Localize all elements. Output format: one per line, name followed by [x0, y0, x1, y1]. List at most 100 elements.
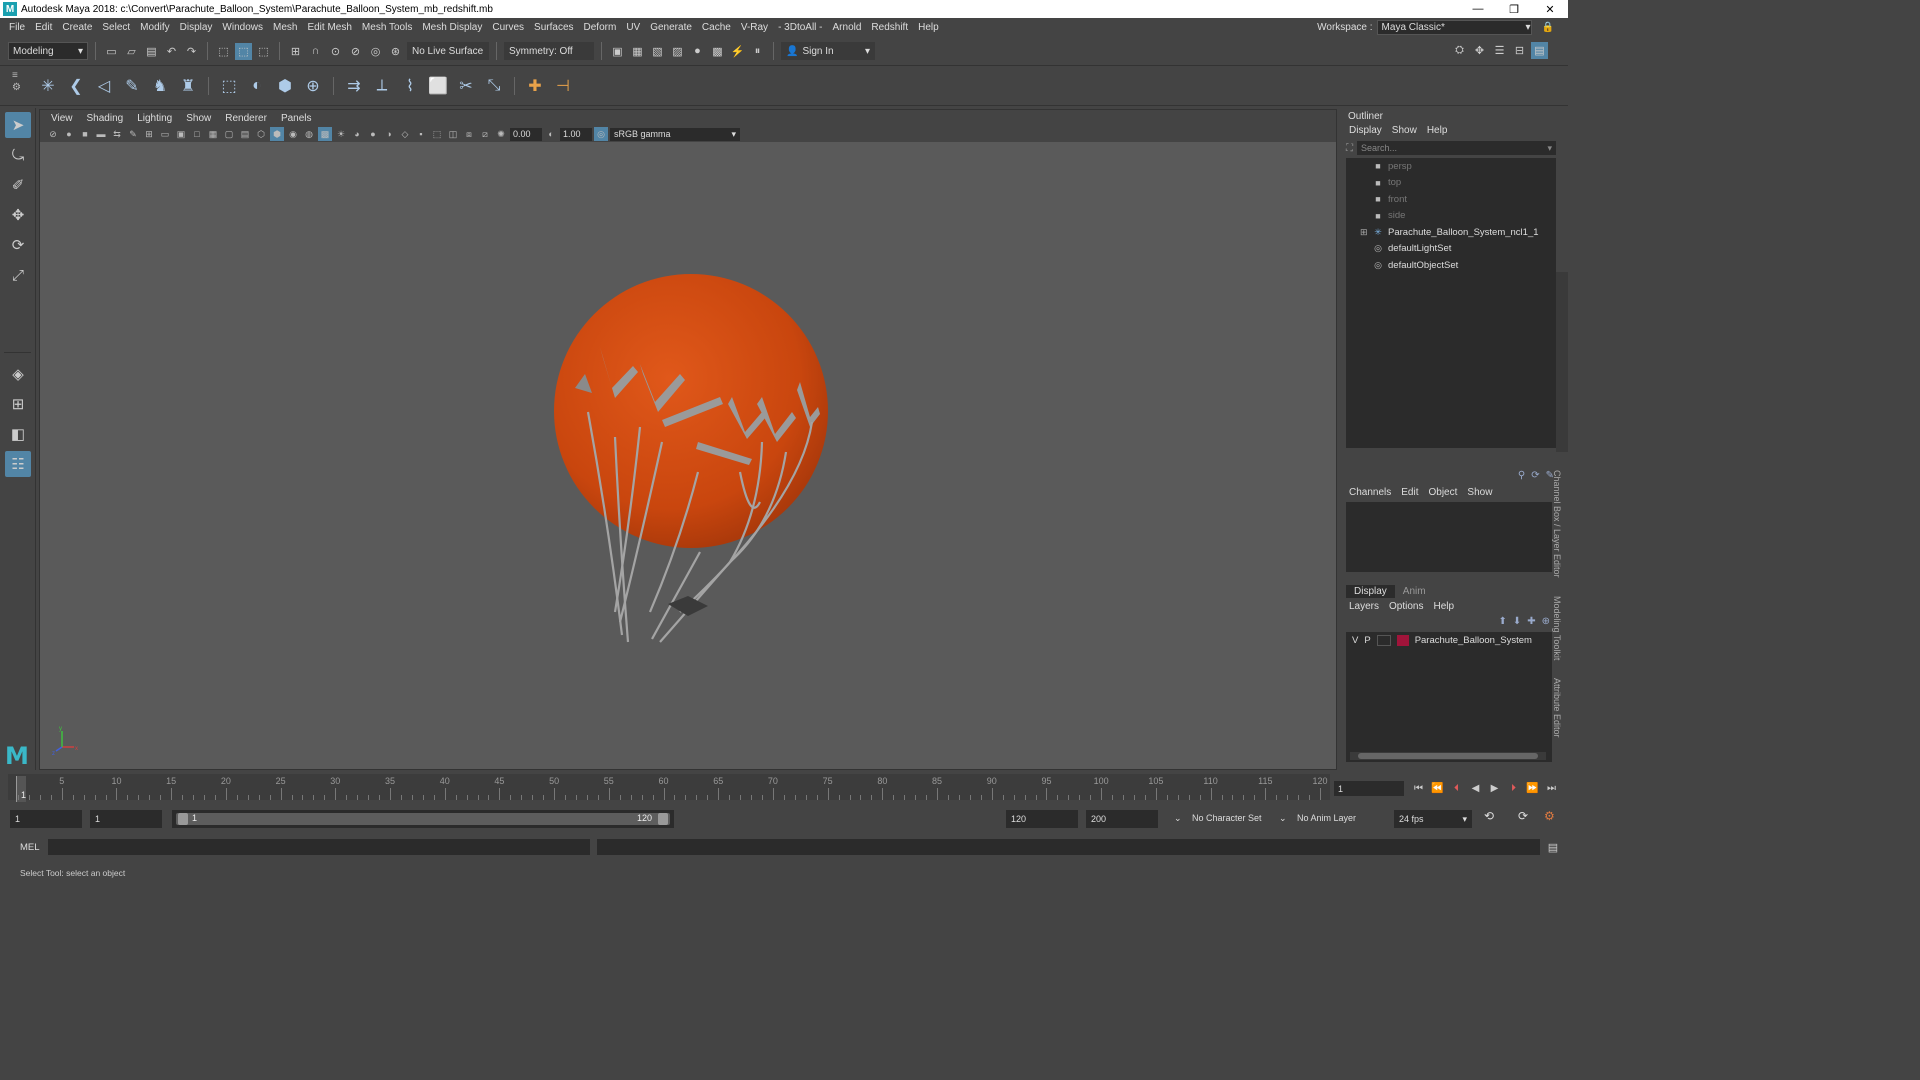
filter-icon[interactable]: ⛶ [1346, 143, 1353, 154]
menu-redshift[interactable]: Redshift [866, 22, 913, 33]
menu-3dtoall[interactable]: - 3DtoAll - [773, 22, 827, 33]
redo-icon[interactable]: ↷ [183, 43, 200, 60]
menu-surfaces[interactable]: Surfaces [529, 22, 578, 33]
menu-generate[interactable]: Generate [645, 22, 697, 33]
channel-box-menu-channels[interactable]: Channels [1344, 487, 1396, 498]
channel-box-toggle-icon[interactable]: ▤ [1531, 42, 1548, 59]
poly-plane-icon[interactable]: ⊕ [301, 74, 325, 98]
play-forwards-icon[interactable]: ▶ [1486, 780, 1503, 797]
menu-mesh-display[interactable]: Mesh Display [417, 22, 487, 33]
animation-preferences-icon[interactable]: ⚙ [1544, 809, 1555, 823]
gamma-field[interactable]: 1.00 [560, 127, 592, 141]
isolate-select-icon[interactable]: ⬚ [430, 127, 444, 141]
move-layer-down-icon[interactable]: ⬇ [1513, 616, 1521, 627]
pause-icon[interactable]: ⏸ [749, 43, 766, 60]
outliner-item[interactable]: ■ front [1346, 191, 1556, 208]
menu-mesh[interactable]: Mesh [268, 22, 302, 33]
tab-anim[interactable]: Anim [1395, 585, 1434, 598]
ep-curve-icon[interactable]: ❮ [64, 74, 88, 98]
append-polygon-icon[interactable]: ⬜ [426, 74, 450, 98]
outliner-item[interactable]: ■ side [1346, 208, 1556, 225]
anti-aliasing-icon[interactable]: ◇ [398, 127, 412, 141]
layer-display-type[interactable] [1376, 635, 1391, 646]
step-back-frame-icon[interactable]: ⏴ [1448, 780, 1465, 797]
layer-menu-help[interactable]: Help [1428, 601, 1459, 612]
human-ik-toggle-icon[interactable]: ✥ [1471, 42, 1488, 59]
hypershade-icon[interactable]: ● [689, 43, 706, 60]
bookmark-icon[interactable]: ■ [78, 127, 92, 141]
two-d-pan-icon[interactable]: ⇆ [110, 127, 124, 141]
new-scene-icon[interactable]: ▭ [103, 43, 120, 60]
menu-select[interactable]: Select [97, 22, 135, 33]
layer-horizontal-scrollbar[interactable] [1350, 752, 1546, 760]
render-view-icon[interactable]: ▨ [669, 43, 686, 60]
poly-cylinder-icon[interactable]: ⬢ [273, 74, 297, 98]
multi-cut-icon[interactable]: ✂ [454, 74, 478, 98]
new-layer-from-selection-icon[interactable]: ⊕ [1542, 616, 1550, 627]
snap-point-icon[interactable]: ⊙ [327, 43, 344, 60]
layer-row[interactable]: V P Parachute_Balloon_System [1346, 632, 1552, 649]
depth-of-field-icon[interactable]: ▪ [414, 127, 428, 141]
image-plane-icon[interactable]: ▬ [94, 127, 108, 141]
channel-box-refresh-icon[interactable]: ⟳ [1531, 470, 1539, 481]
select-tool-icon[interactable]: ➤ [5, 112, 31, 138]
perspective-viewport[interactable]: View Shading Lighting Show Renderer Pane… [39, 109, 1337, 796]
ipr-render-icon[interactable]: ▧ [649, 43, 666, 60]
outliner-menu-display[interactable]: Display [1344, 125, 1387, 136]
chevron-down-icon[interactable]: ▾ [1547, 143, 1552, 154]
menu-deform[interactable]: Deform [579, 22, 622, 33]
snap-grid-icon[interactable]: ⊞ [287, 43, 304, 60]
step-back-key-icon[interactable]: ⏪ [1429, 780, 1446, 797]
undo-icon[interactable]: ↶ [163, 43, 180, 60]
playback-end-field[interactable]: 120 [1006, 810, 1078, 828]
select-component-icon[interactable]: ⬚ [255, 43, 272, 60]
channel-box-menu-show[interactable]: Show [1462, 487, 1497, 498]
channel-box-menu-object[interactable]: Object [1424, 487, 1463, 498]
paint-select-tool-icon[interactable]: ✐ [5, 172, 31, 198]
panel-menu-show[interactable]: Show [179, 113, 218, 124]
wireframe-on-shaded-icon[interactable]: ◍ [302, 127, 316, 141]
menu-modify[interactable]: Modify [135, 22, 174, 33]
menu-edit-mesh[interactable]: Edit Mesh [302, 22, 356, 33]
menu-vray[interactable]: V-Ray [736, 22, 773, 33]
wireframe-icon[interactable]: ⬡ [254, 127, 268, 141]
grid-toggle-icon[interactable]: ⊞ [142, 127, 156, 141]
workspace-dropdown[interactable]: Maya Classic* ▾ [1376, 20, 1532, 35]
outliner-menu-show[interactable]: Show [1387, 125, 1422, 136]
snap-surface-icon[interactable]: ◎ [367, 43, 384, 60]
center-pivot-icon[interactable]: ✚ [523, 74, 547, 98]
outliner-vertical-scrollbar[interactable] [1556, 272, 1568, 452]
panel-menu-shading[interactable]: Shading [80, 113, 131, 124]
render-view-window-icon[interactable]: ▩ [709, 43, 726, 60]
xray-components-icon[interactable]: ⧄ [478, 127, 492, 141]
rotate-tool-icon[interactable]: ⟳ [5, 232, 31, 258]
snap-pivot-icon[interactable]: ⊛ [387, 43, 404, 60]
live-surface-field[interactable]: No Live Surface [407, 42, 489, 60]
step-forward-key-icon[interactable]: ⏩ [1524, 780, 1541, 797]
modeling-toolkit-toggle-icon[interactable]: ⛭ [1451, 42, 1468, 59]
layer-color-swatch[interactable] [1396, 635, 1409, 646]
exposure-field[interactable]: 0.00 [510, 127, 542, 141]
minimize-icon[interactable]: — [1460, 0, 1496, 18]
auto-key-icon[interactable]: ⟳ [1518, 809, 1528, 823]
move-layer-up-icon[interactable]: ⬆ [1498, 616, 1506, 627]
ambient-occlusion-icon[interactable]: ● [366, 127, 380, 141]
parachute-balloon-model[interactable] [554, 274, 828, 643]
menu-mesh-tools[interactable]: Mesh Tools [357, 22, 417, 33]
textured-icon[interactable]: ▩ [318, 127, 332, 141]
menu-cache[interactable]: Cache [697, 22, 736, 33]
time-slider[interactable]: 1 5 10 15 20 25 30 35 40 45 50 55 60 65 70 75 80 85 90 95 1… [0, 772, 1568, 802]
menu-edit[interactable]: Edit [30, 22, 57, 33]
tab-modeling-toolkit[interactable]: Modeling Toolkit [1552, 596, 1562, 660]
layer-menu-layers[interactable]: Layers [1344, 601, 1384, 612]
select-hierarchy-icon[interactable]: ⬚ [215, 43, 232, 60]
range-end-handle[interactable] [658, 813, 668, 825]
playback-range-bar[interactable]: 1 120 [172, 810, 674, 828]
chevron-down-icon[interactable]: ⌄ [1279, 813, 1287, 824]
menu-uv[interactable]: UV [621, 22, 645, 33]
maximize-icon[interactable]: ❐ [1496, 0, 1532, 18]
attribute-editor-toggle-icon[interactable]: ☰ [1491, 42, 1508, 59]
redshift-render-icon[interactable]: ⚡ [729, 43, 746, 60]
panel-menu-lighting[interactable]: Lighting [130, 113, 179, 124]
end-time-field[interactable]: 200 [1086, 810, 1158, 828]
